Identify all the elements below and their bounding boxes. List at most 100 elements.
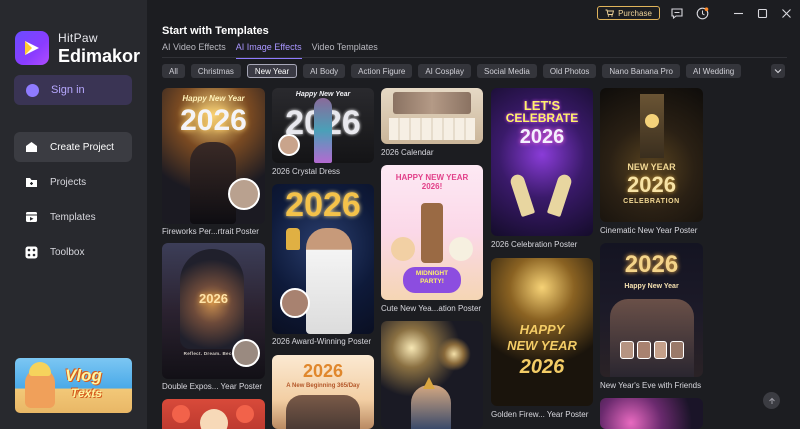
champagne-glass: [508, 172, 536, 218]
clock-tower-decoration: [421, 203, 443, 263]
face-photo-strip: [620, 341, 684, 359]
thumb-year: 2026: [624, 251, 679, 278]
category-chips: All Christmas New Year AI Body Action Fi…: [162, 64, 742, 78]
minimize-icon[interactable]: [731, 6, 745, 20]
clock-face: [645, 114, 659, 128]
chip-old-photos[interactable]: Old Photos: [542, 64, 597, 78]
chip-all[interactable]: All: [162, 64, 185, 78]
thumb-group-photo: [286, 395, 360, 429]
template-title: Double Expos... Year Poster: [162, 382, 263, 391]
face-photo-circle: [228, 178, 260, 210]
sidebar: HitPaw Edimakor Sign in Create Project P…: [0, 0, 147, 429]
sidebar-item-label: Templates: [50, 211, 96, 223]
template-thumbnail: 2026: [272, 184, 374, 334]
thumb-headline: Happy New Year: [295, 91, 351, 98]
template-thumbnail: [381, 88, 483, 144]
tabs-divider: [162, 57, 787, 58]
close-icon[interactable]: [779, 6, 793, 20]
brand-name: Edimakor: [58, 46, 141, 66]
template-title: 2026 Award-Winning Poster: [272, 337, 372, 346]
template-thumbnail: 2026 Happy New Year: [600, 243, 703, 377]
thumb-headline: Happy New Year: [624, 283, 679, 290]
toolbox-icon: [24, 245, 38, 259]
bunny-character: [449, 237, 473, 261]
home-icon: [24, 140, 38, 154]
sidebar-item-label: Projects: [50, 176, 87, 188]
thumb-person: [200, 409, 228, 429]
template-thumbnail: [381, 321, 483, 429]
sidebar-item-projects[interactable]: Projects: [14, 167, 132, 197]
thumb-year: 2026: [285, 186, 361, 224]
template-thumbnail: HAPPY NEW YEAR 2026! MIDNIGHT PARTY!: [381, 165, 483, 300]
firework-burst: [437, 337, 471, 371]
maximize-icon[interactable]: [755, 6, 769, 20]
template-title: Cute New Yea...ation Poster: [381, 304, 482, 313]
template-thumbnail: LET'S CELEBRATE 2026: [491, 88, 593, 236]
promo-character-hat: [29, 362, 51, 376]
thumb-year: 2026: [302, 361, 344, 381]
chip-ai-cosplay[interactable]: AI Cosplay: [418, 64, 471, 78]
notification-icon[interactable]: [695, 6, 709, 20]
template-thumbnail: Happy New Year 2026: [272, 88, 374, 163]
folder-icon: [24, 175, 38, 189]
thumb-headline: HAPPY: [519, 322, 565, 337]
chip-ai-body[interactable]: AI Body: [303, 64, 346, 78]
cart-icon: [605, 9, 615, 17]
promo-title: Vlog: [65, 366, 102, 385]
vlog-texts-promo-banner[interactable]: Vlog Texts: [15, 358, 132, 413]
thumb-year: 2026: [519, 356, 565, 378]
chip-social-media[interactable]: Social Media: [477, 64, 537, 78]
sidebar-item-label: Toolbox: [50, 246, 85, 258]
template-title: 2026 Celebration Poster: [491, 240, 578, 249]
template-thumbnail: 2026 Reflect. Dream. Become.: [162, 243, 265, 379]
thumb-family-photo: [393, 92, 471, 114]
face-photo-circle: [280, 288, 310, 318]
sidebar-item-create-project[interactable]: Create Project: [14, 132, 132, 162]
chips-expand-button[interactable]: [771, 64, 785, 78]
trophy-decoration: [286, 228, 300, 250]
sidebar-item-toolbox[interactable]: Toolbox: [14, 237, 132, 267]
party-hat-decoration: [423, 377, 435, 389]
thumb-year: 2026: [627, 172, 676, 197]
thumb-tagline: MIDNIGHT PARTY!: [415, 270, 449, 285]
face-photo-circle: [232, 339, 260, 367]
chip-nano-banana-pro[interactable]: Nano Banana Pro: [602, 64, 680, 78]
template-thumbnail: [162, 399, 265, 429]
thumb-dress-figure: [314, 98, 332, 163]
purchase-label: Purchase: [618, 8, 652, 18]
template-thumbnail: [600, 398, 703, 429]
thumb-person: [411, 385, 451, 429]
templates-icon: [24, 210, 38, 224]
sign-in-button[interactable]: Sign in: [14, 75, 132, 105]
thumb-year: 2026: [199, 291, 228, 306]
template-thumbnail: NEW YEAR 2026 CELEBRATION: [600, 88, 703, 222]
user-icon: [26, 83, 39, 97]
thumb-person: [306, 228, 352, 334]
thumb-person: [190, 142, 236, 224]
template-thumbnail: 2026 A New Beginning 365/Day: [272, 355, 374, 429]
sidebar-item-label: Create Project: [50, 141, 114, 153]
template-title: Cinematic New Year Poster: [600, 226, 698, 235]
lantern-decoration: [236, 405, 254, 423]
sidebar-item-templates[interactable]: Templates: [14, 202, 132, 232]
thumb-subline: NEW YEAR: [507, 338, 577, 353]
lantern-decoration: [172, 405, 190, 423]
chip-christmas[interactable]: Christmas: [190, 64, 241, 78]
chip-action-figure[interactable]: Action Figure: [351, 64, 413, 78]
feedback-icon[interactable]: [670, 6, 684, 20]
chip-ai-wedding[interactable]: AI Wedding: [686, 64, 742, 78]
purchase-button[interactable]: Purchase: [597, 6, 660, 20]
promo-subtitle: Texts: [71, 386, 102, 400]
template-thumbnail: HAPPY NEW YEAR 2026: [491, 258, 593, 406]
face-photo-circle: [278, 134, 300, 156]
brand-line1: HitPaw: [58, 31, 98, 45]
template-title: Fireworks Per...rtrait Poster: [162, 227, 259, 236]
chip-new-year[interactable]: New Year: [246, 64, 298, 78]
chevron-down-icon: [774, 69, 782, 74]
scroll-to-top-button[interactable]: [763, 392, 780, 409]
thumb-calendar-grid: [389, 118, 475, 140]
thumb-group-photo: [610, 299, 694, 377]
app-logo: [15, 31, 49, 65]
thumb-subline: CELEBRATE: [505, 111, 579, 125]
thumb-headline: HAPPY NEW YEAR 2026!: [395, 173, 469, 192]
